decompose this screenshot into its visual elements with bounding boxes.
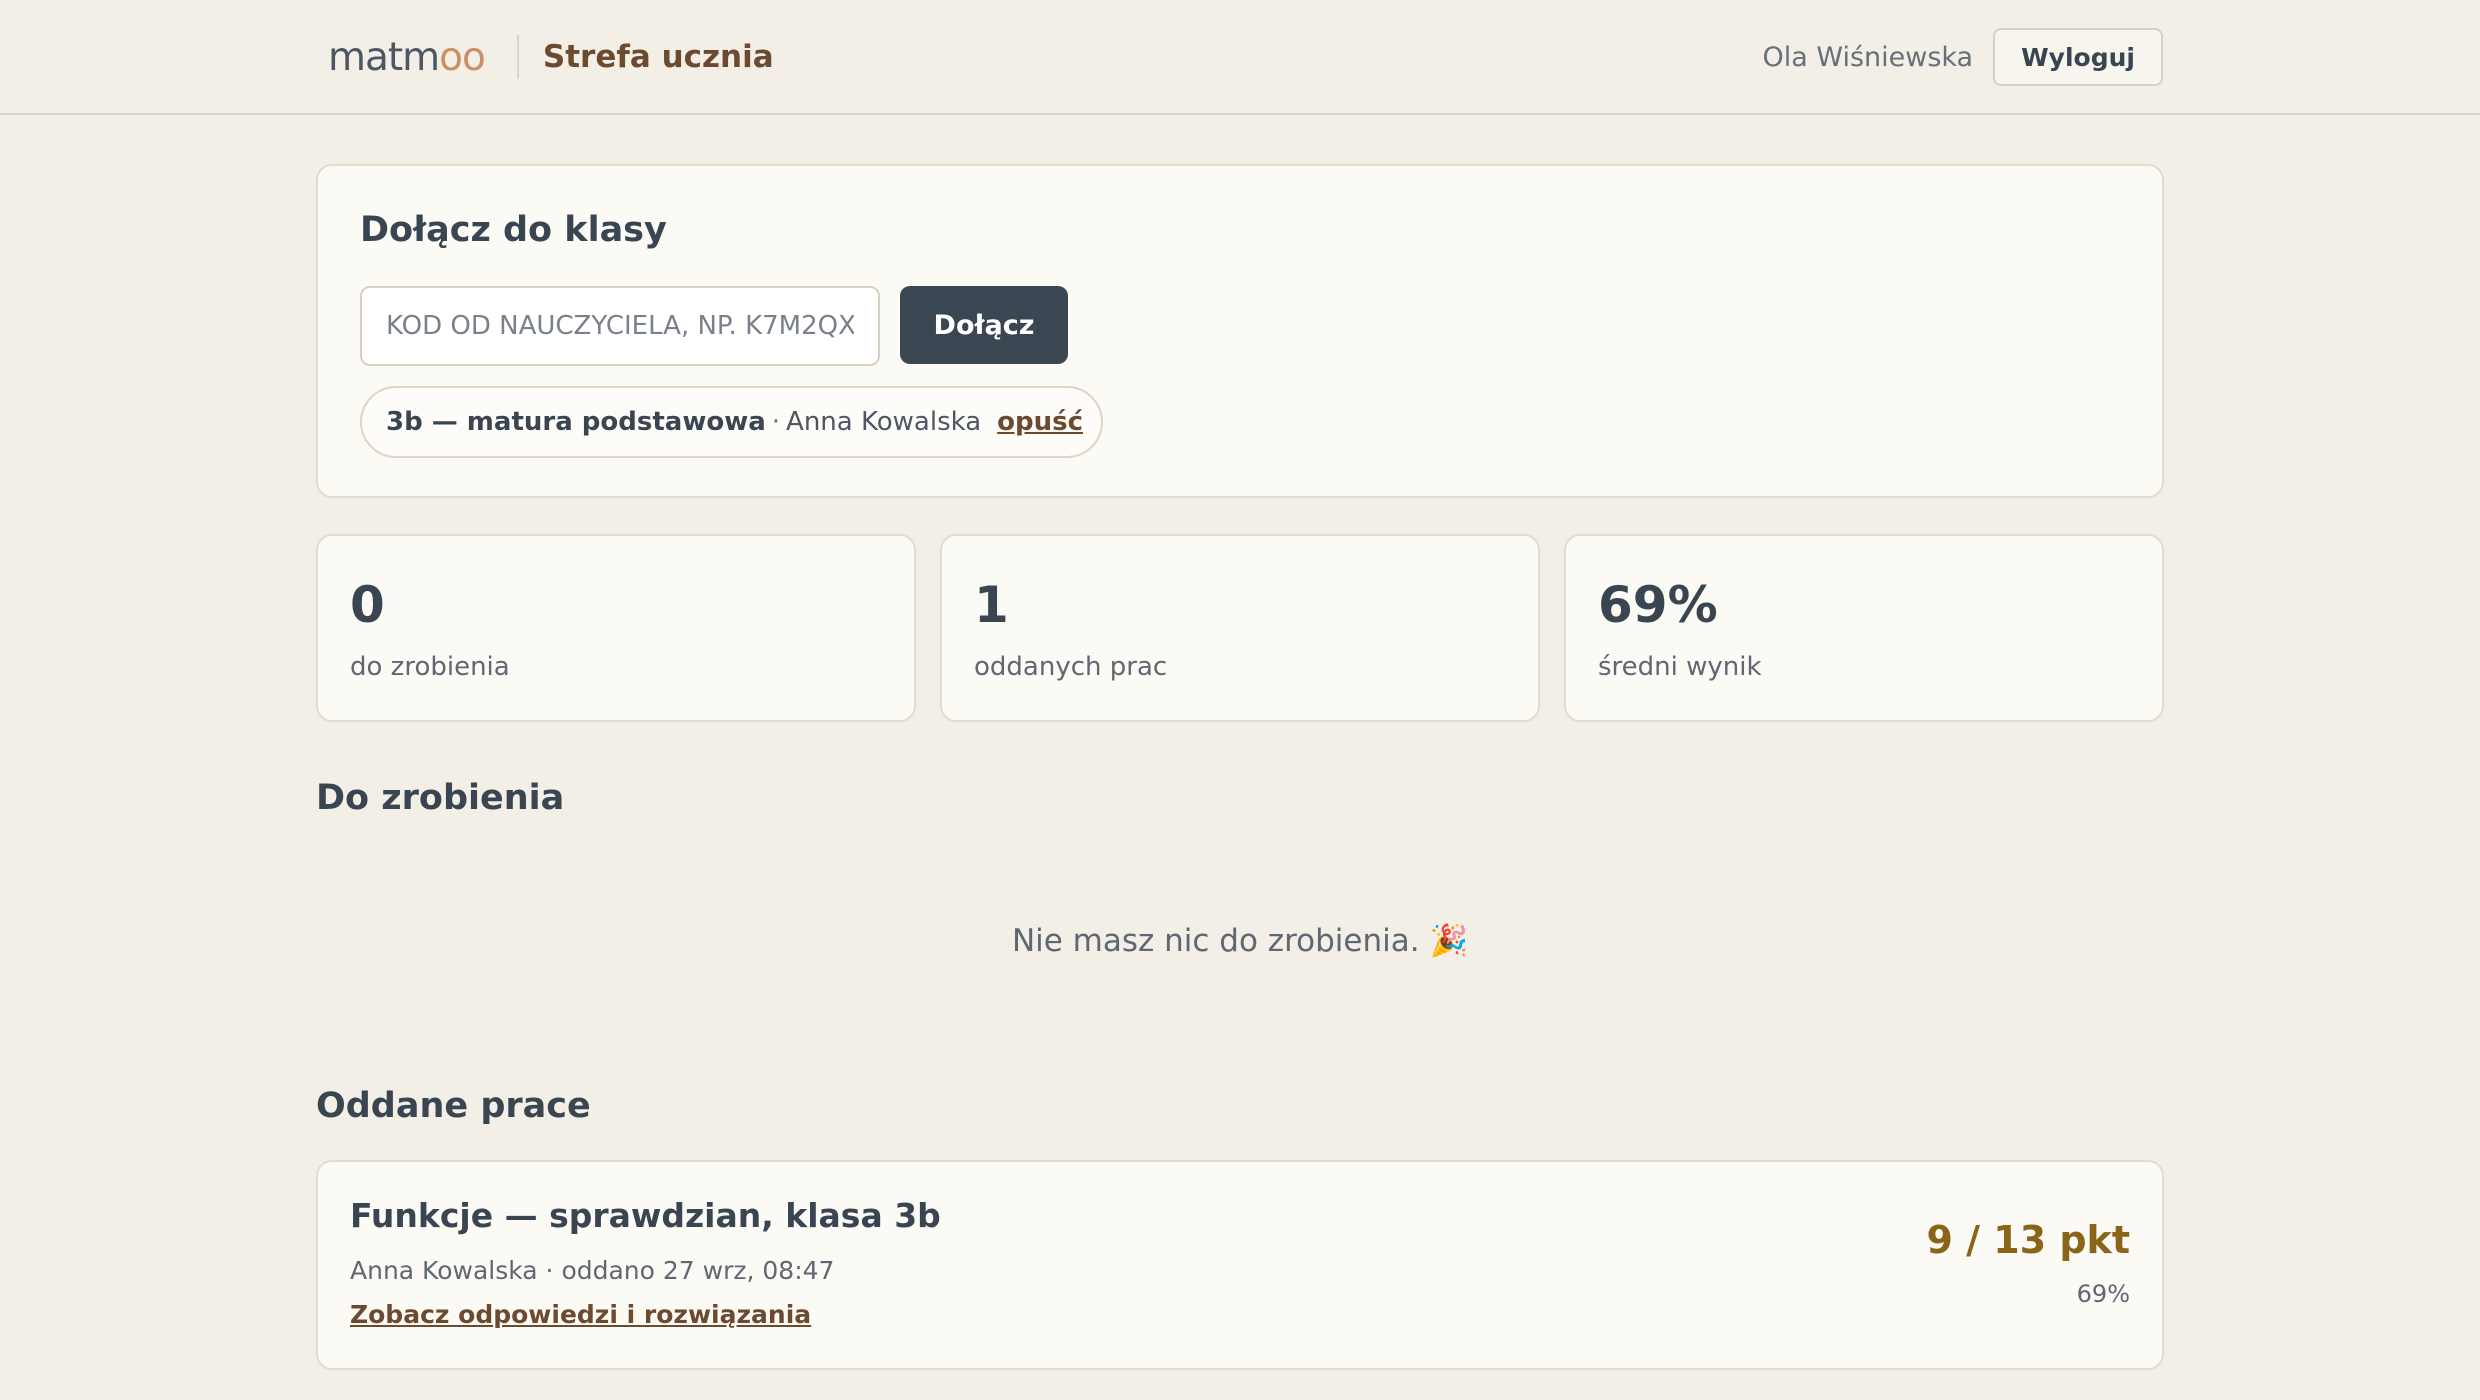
brand: matm oo Strefa ucznia [328,32,774,82]
stat-value: 0 [350,576,385,634]
submission-meta: Anna Kowalska · oddano 27 wrz, 08:47 [350,1256,835,1285]
user-box: Ola Wiśniewska Wyloguj [1762,28,2163,86]
matmoo-logo[interactable]: matm oo [328,34,486,80]
stat-card-submitted: 1 oddanych prac [940,534,1540,722]
stat-card-todo: 0 do zrobienia [316,534,916,722]
stat-label: średni wynik [1598,652,1762,682]
submitted-section-title: Oddane prace [316,1086,591,1126]
zone-title: Strefa ucznia [542,39,774,75]
view-answers-link[interactable]: Zobacz odpowiedzi i rozwiązania [350,1300,811,1329]
class-name: 3b — matura podstawowa [386,407,766,437]
logo-text-accent: oo [439,34,486,80]
submission-card: Funkcje — sprawdzian, klasa 3b Anna Kowa… [316,1160,2164,1370]
submission-percent: 69% [2076,1280,2130,1308]
stat-label: do zrobienia [350,652,510,682]
todo-empty-message: Nie masz nic do zrobienia. 🎉 [1011,923,1469,959]
class-code-input[interactable] [360,286,880,366]
stat-value: 1 [974,576,1009,634]
top-bar: matm oo Strefa ucznia Ola Wiśniewska Wylo… [0,0,2480,115]
submission-title: Funkcje — sprawdzian, klasa 3b [350,1196,941,1235]
logo-text-main: matm [328,34,440,80]
user-name: Ola Wiśniewska [1762,41,1974,73]
stat-value: 69% [1598,576,1718,634]
stat-label: oddanych prac [974,652,1168,682]
stat-card-average: 69% średni wynik [1564,534,2164,722]
join-class-card: Dołącz do klasy Dołącz 3b — matura podst… [316,164,2164,498]
class-chip: 3b — matura podstawowa · Anna Kowalska o… [360,386,1104,458]
submission-score: 9 / 13 pkt [1926,1218,2130,1262]
separator-dot: · [771,407,781,437]
todo-section-title: Do zrobienia [316,778,565,818]
leave-class-link[interactable]: opuść [997,407,1083,437]
brand-divider [516,35,519,79]
join-button[interactable]: Dołącz [900,286,1068,364]
join-class-title: Dołącz do klasy [360,210,667,250]
logout-button[interactable]: Wyloguj [1993,28,2163,86]
class-teacher: Anna Kowalska [786,407,982,437]
